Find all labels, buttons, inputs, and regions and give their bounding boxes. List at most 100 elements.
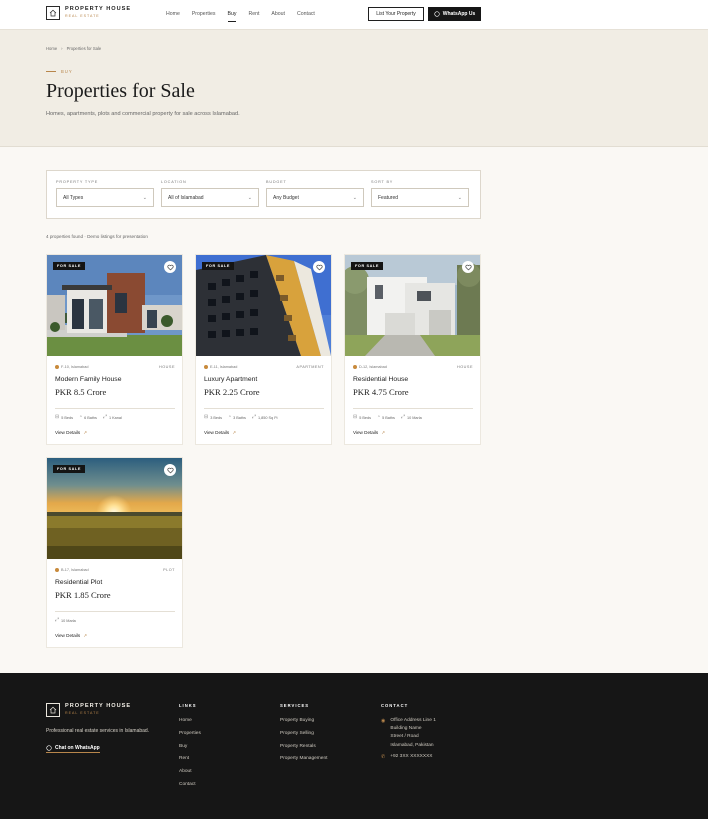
listing-card[interactable]: FOR SALE D-12, Islamabad HOUSE Residenti…	[344, 254, 481, 445]
listing-title[interactable]: Modern Family House	[55, 376, 121, 383]
bed-icon: ⊟	[204, 414, 209, 420]
footer-whatsapp-link[interactable]: Chat on WhatsApp	[46, 745, 100, 753]
for-sale-badge: FOR SALE	[53, 465, 85, 473]
page-title: Properties for Sale	[46, 80, 195, 102]
footer-logo[interactable]: PROPERTY HOUSE REAL ESTATE	[46, 703, 131, 717]
eyebrow-label: BUY	[61, 69, 73, 74]
listing-photo[interactable]: FOR SALE	[47, 255, 182, 356]
whatsapp-icon	[434, 11, 440, 17]
breadcrumb-home[interactable]: Home	[46, 46, 57, 51]
nav-properties[interactable]: Properties	[192, 11, 216, 22]
divider	[353, 408, 473, 409]
brand-tagline: REAL ESTATE	[65, 711, 100, 715]
divider	[204, 408, 324, 409]
bed-icon: ⊟	[55, 414, 60, 420]
feature-beds: 3 Beds	[210, 415, 223, 420]
address-line: Office Address Line 1	[390, 718, 436, 723]
heart-icon[interactable]	[164, 464, 176, 476]
footer-whatsapp-label: Chat on WhatsApp	[55, 745, 100, 751]
property-type-select[interactable]: All Types ⌄	[56, 188, 154, 207]
heart-icon[interactable]	[313, 261, 325, 273]
listing-price: PKR 2.25 Crore	[204, 387, 260, 397]
whatsapp-icon	[46, 745, 52, 751]
view-details-link[interactable]: View Details ↗	[55, 633, 87, 639]
address-line: Islamabad, Pakistan	[390, 742, 434, 748]
phone-number: +92 3XX XXXXXXX	[390, 753, 433, 759]
footer-link-contact[interactable]: Contact	[179, 782, 201, 795]
filter-location: LOCATION All of Islamabad ⌄	[161, 180, 259, 207]
location-select[interactable]: All of Islamabad ⌄	[161, 188, 259, 207]
view-details-link[interactable]: View Details ↗	[353, 430, 385, 436]
for-sale-badge: FOR SALE	[202, 262, 234, 270]
listing-location: D-12, Islamabad	[359, 365, 387, 369]
breadcrumb-separator: ›	[61, 46, 63, 51]
brand-logo[interactable]: PROPERTY HOUSE REAL ESTATE	[46, 6, 131, 20]
brand-name: PROPERTY HOUSE	[65, 6, 132, 13]
location-pin-icon	[55, 568, 59, 572]
footer-phone[interactable]: ✆ +92 3XX XXXXXXX	[381, 754, 436, 760]
filter-label: PROPERTY TYPE	[56, 180, 99, 184]
bath-icon: ◔	[377, 414, 381, 420]
site-header: PROPERTY HOUSE REAL ESTATE Home Properti…	[0, 0, 708, 30]
brand-tagline: REAL ESTATE	[65, 14, 100, 18]
breadcrumb: Home › Properties for Sale	[46, 46, 101, 51]
listing-photo[interactable]: FOR SALE	[47, 458, 182, 559]
page-hero: Home › Properties for Sale BUY Propertie…	[0, 30, 708, 147]
nav-about[interactable]: About	[271, 11, 285, 22]
arrow-icon: ↗	[381, 430, 386, 435]
eyebrow-line	[46, 71, 56, 72]
area-icon: ⤢	[102, 414, 107, 420]
heart-icon[interactable]	[462, 261, 474, 273]
feature-baths: 5 Baths	[382, 415, 395, 420]
filter-sort: SORT BY Featured ⌄	[371, 180, 469, 207]
budget-select[interactable]: Any Budget ⌄	[266, 188, 364, 207]
footer-link-buy[interactable]: Buy	[179, 744, 201, 757]
footer-services-column: SERVICES Property Buying Property Sellin…	[280, 703, 327, 769]
area-icon: ⤢	[251, 414, 256, 420]
listing-location: E-11, Islamabad	[210, 365, 238, 369]
listing-meta: F-10, Islamabad HOUSE	[55, 365, 175, 369]
footer-link-home[interactable]: Home	[179, 718, 201, 731]
listing-card[interactable]: FOR SALE B-17, Islamabad PLOT Residentia…	[46, 457, 183, 648]
listing-features: ⤢ 10 Marla	[55, 618, 76, 623]
listing-card[interactable]: FOR SALE E-11, Islamabad APARTMENT Luxur…	[195, 254, 332, 445]
listing-title[interactable]: Residential Plot	[55, 579, 102, 586]
bath-icon: ◔	[79, 414, 83, 420]
column-title: SERVICES	[280, 703, 310, 708]
footer-service-selling[interactable]: Property Selling	[280, 731, 327, 744]
listing-title[interactable]: Residential House	[353, 376, 408, 383]
nav-rent[interactable]: Rent	[248, 11, 259, 22]
whatsapp-button[interactable]: WhatsApp Us	[428, 7, 481, 21]
footer-link-properties[interactable]: Properties	[179, 731, 201, 744]
footer-link-about[interactable]: About	[179, 769, 201, 782]
area-icon: ⤢	[400, 414, 405, 420]
nav-buy[interactable]: Buy	[227, 11, 237, 22]
view-details-label: View Details	[204, 430, 230, 435]
footer-service-management[interactable]: Property Management	[280, 756, 327, 769]
select-value: Any Budget	[273, 194, 299, 201]
phone-icon: ✆	[381, 753, 386, 760]
listing-card[interactable]: FOR SALE F-10, Islamabad HOUSE Modern Fa…	[46, 254, 183, 445]
feature-beds: 5 Beds	[61, 415, 74, 420]
heart-icon[interactable]	[164, 261, 176, 273]
view-details-link[interactable]: View Details ↗	[55, 430, 87, 436]
listing-photo[interactable]: FOR SALE	[196, 255, 331, 356]
nav-home[interactable]: Home	[166, 11, 180, 22]
view-details-link[interactable]: View Details ↗	[204, 430, 236, 436]
footer-link-rent[interactable]: Rent	[179, 756, 201, 769]
footer-service-buying[interactable]: Property Buying	[280, 718, 327, 731]
listing-features: ⊟ 5 Beds ◔ 5 Baths ⤢ 10 Marla	[353, 415, 422, 420]
footer-service-rentals[interactable]: Property Rentals	[280, 744, 327, 757]
sort-select[interactable]: Featured ⌄	[371, 188, 469, 207]
view-details-label: View Details	[55, 430, 81, 435]
list-property-button[interactable]: List Your Property	[368, 7, 424, 21]
select-value: All Types	[63, 194, 84, 201]
house-logo-icon	[46, 6, 60, 20]
listing-type: HOUSE	[456, 365, 473, 369]
listing-type: PLOT	[163, 568, 175, 572]
for-sale-badge: FOR SALE	[351, 262, 383, 270]
listing-photo[interactable]: FOR SALE	[345, 255, 480, 356]
breadcrumb-current: Properties for Sale	[66, 46, 102, 51]
nav-contact[interactable]: Contact	[297, 11, 315, 22]
listing-title[interactable]: Luxury Apartment	[204, 376, 257, 383]
